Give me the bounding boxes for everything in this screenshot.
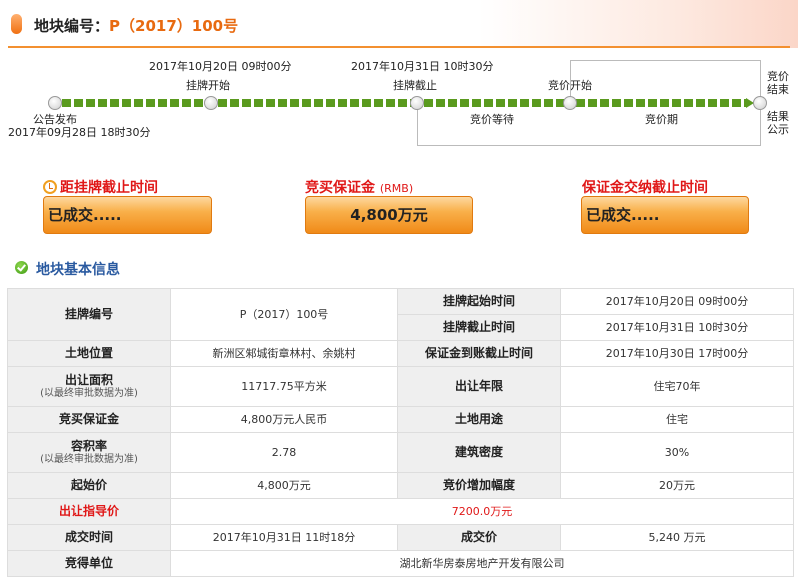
increment-value: 20万元 xyxy=(560,472,794,499)
bid-period-label: 竞价期 xyxy=(645,113,678,126)
far-value: 2.78 xyxy=(170,432,398,473)
table-row: 成交时间 2017年10月31日 11时18分 成交价 5,240 万元 xyxy=(7,524,794,551)
listing-start-label: 挂牌开始 xyxy=(186,79,230,92)
table-row: 出让面积 (以最终审批数据为准) 11717.75平方米 出让年限 住宅70年 xyxy=(7,366,794,407)
table-row: 土地位置 新洲区邾城街章林村、余姚村 保证金到账截止时间 2017年10月30日… xyxy=(7,340,794,367)
use-value: 住宅 xyxy=(560,406,794,433)
node-bid-end xyxy=(753,96,767,110)
area-label: 出让面积 (以最终审批数据为准) xyxy=(7,366,171,407)
publish-label: 公告发布 xyxy=(33,113,77,126)
density-value: 30% xyxy=(560,432,794,473)
listing-start-time: 2017年10月20日 09时00分 xyxy=(149,60,292,73)
listing-end-time: 2017年10月31日 10时30分 xyxy=(351,60,494,73)
winner-value: 湖北新华房泰房地产开发有限公司 xyxy=(170,550,794,577)
check-circle-icon xyxy=(15,261,28,274)
section-title: 地块基本信息 xyxy=(36,262,120,278)
parcel-number-title: 地块编号：P（2017）100号 xyxy=(34,17,239,35)
publish-time: 2017年09月28日 18时30分 xyxy=(8,126,151,139)
result-label-2: 公示 xyxy=(767,123,789,136)
winner-label: 竞得单位 xyxy=(7,550,171,577)
guide-price-label: 出让指导价 xyxy=(7,498,171,525)
deposit-deadline-title: 保证金交纳截止时间 xyxy=(582,180,708,196)
header-marker-icon xyxy=(11,14,22,34)
timeline-segment-4 xyxy=(576,99,746,107)
table-row: 容积率 (以最终审批数据为准) 2.78 建筑密度 30% xyxy=(7,432,794,473)
alarm-clock-icon xyxy=(43,180,57,194)
listing-start-label: 挂牌起始时间 xyxy=(397,288,561,315)
node-bid-start xyxy=(563,96,577,110)
node-listing-end xyxy=(410,96,424,110)
waiting-label: 竞价等待 xyxy=(470,113,514,126)
listing-end-label: 挂牌截止时间 xyxy=(397,314,561,341)
far-note: (以最终审批数据为准) xyxy=(40,453,138,465)
deal-price-value: 5,240 万元 xyxy=(560,524,794,551)
term-label: 出让年限 xyxy=(397,366,561,407)
timeline-box-top xyxy=(570,60,761,61)
timeline-box-bottom xyxy=(417,145,761,146)
increment-label: 竞价增加幅度 xyxy=(397,472,561,499)
deposit-unit: (RMB) xyxy=(379,182,414,195)
area-note: (以最终审批数据为准) xyxy=(40,387,138,399)
density-label: 建筑密度 xyxy=(397,432,561,473)
node-publish xyxy=(48,96,62,110)
table-row: 竞买保证金 4,800万元人民币 土地用途 住宅 xyxy=(7,406,794,433)
far-label: 容积率 (以最终审批数据为准) xyxy=(7,432,171,473)
deposit-arrival-label: 保证金到账截止时间 xyxy=(397,340,561,367)
countdown-title: 距挂牌截止时间 xyxy=(43,177,158,197)
location-value: 新洲区邾城街章林村、余姚村 xyxy=(170,340,398,367)
timeline-segment-2 xyxy=(218,99,414,107)
node-listing-start xyxy=(204,96,218,110)
start-price-value: 4,800万元 xyxy=(170,472,398,499)
parcel-code: P（2017）100号 xyxy=(109,17,239,35)
deal-time-value: 2017年10月31日 11时18分 xyxy=(170,524,398,551)
deposit-arrival-value: 2017年10月30日 17时00分 xyxy=(560,340,794,367)
deal-time-label: 成交时间 xyxy=(7,524,171,551)
bid-deposit-value: 4,800万元人民币 xyxy=(170,406,398,433)
deposit-deadline-card: 已成交..... xyxy=(581,196,749,234)
use-label: 土地用途 xyxy=(397,406,561,433)
start-price-label: 起始价 xyxy=(7,472,171,499)
result-label-1: 结果 xyxy=(767,110,789,123)
timeline-segment-1 xyxy=(62,99,208,107)
deposit-card: 4,800万元 xyxy=(305,196,473,234)
listing-start-value: 2017年10月20日 09时00分 xyxy=(560,288,794,315)
deal-price-label: 成交价 xyxy=(397,524,561,551)
deposit-title: 竞买保证金 (RMB) xyxy=(305,180,414,196)
guide-price-value: 7200.0万元 xyxy=(170,498,794,525)
term-value: 住宅70年 xyxy=(560,366,794,407)
table-row: 竞得单位 湖北新华房泰房地产开发有限公司 xyxy=(7,550,794,577)
listing-no-value: P（2017）100号 xyxy=(170,288,398,341)
bid-end-label-1: 竞价 xyxy=(767,70,789,83)
table-row: 起始价 4,800万元 竞价增加幅度 20万元 xyxy=(7,472,794,499)
page-header: 地块编号：P（2017）100号 xyxy=(0,0,798,48)
parcel-info-table: 挂牌编号 P（2017）100号 挂牌起始时间 2017年10月20日 09时0… xyxy=(7,288,794,577)
area-value: 11717.75平方米 xyxy=(170,366,398,407)
timeline-segment-3 xyxy=(424,99,564,107)
header-divider xyxy=(8,46,790,48)
table-row: 挂牌编号 P（2017）100号 挂牌起始时间 2017年10月20日 09时0… xyxy=(7,288,794,341)
listing-no-label: 挂牌编号 xyxy=(7,288,171,341)
countdown-card: 已成交..... xyxy=(43,196,212,234)
listing-end-value: 2017年10月31日 10时30分 xyxy=(560,314,794,341)
table-row: 出让指导价 7200.0万元 xyxy=(7,498,794,525)
bid-deposit-label: 竞买保证金 xyxy=(7,406,171,433)
listing-end-label: 挂牌截止 xyxy=(393,79,437,92)
bid-end-label-2: 结束 xyxy=(767,83,789,96)
location-label: 土地位置 xyxy=(7,340,171,367)
